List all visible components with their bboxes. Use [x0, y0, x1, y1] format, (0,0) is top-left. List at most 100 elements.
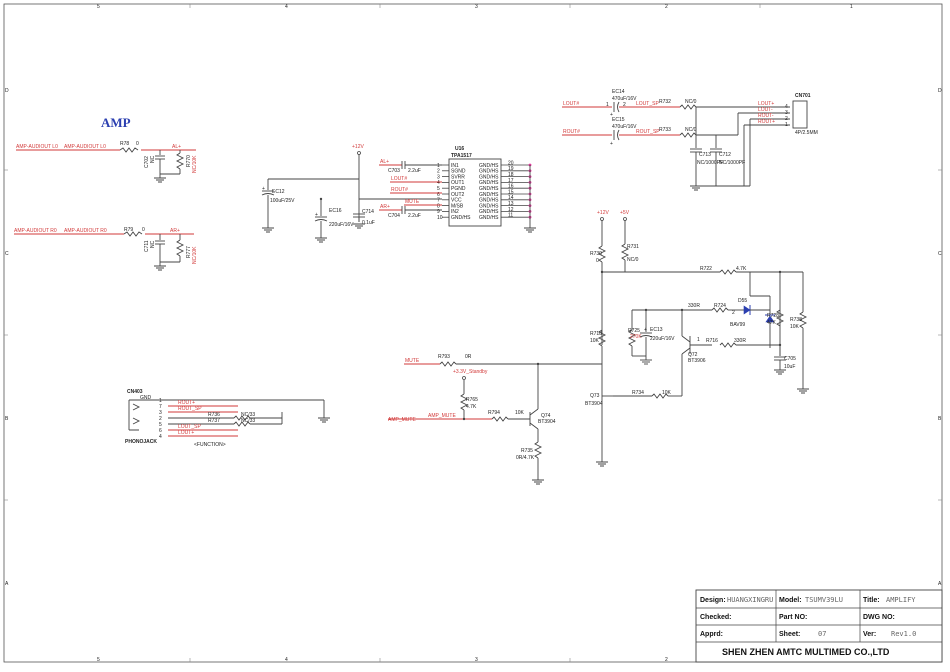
r730-val: 0 [596, 258, 599, 264]
net-lout-hash-out: LOUT# [563, 101, 579, 107]
gnd-symbol-r [154, 265, 166, 271]
cn403-contacts [132, 403, 141, 425]
r734-resistor [651, 393, 669, 399]
q73-val: BT3904 [585, 401, 603, 407]
r718-ref: R718 [590, 331, 602, 337]
r735-ref: R735 [521, 448, 533, 454]
ec15-val: 470uF/16V [612, 124, 637, 130]
net-al-plus-left: AL+ [172, 144, 181, 150]
r770-val: NC/10K [192, 155, 198, 173]
r79-resistor [123, 231, 143, 237]
r735-resistor [533, 441, 543, 459]
c704-val: 2.2uF [408, 213, 421, 219]
jack-function-label: <FUNCTION> [194, 442, 226, 448]
tb-design-label: Design: [700, 597, 726, 604]
net-rout-plus: ROUT+ [758, 119, 775, 125]
border-row-a-right: A [938, 581, 942, 587]
u16-amplifier: U16 TPA1517 1 IN12 SGND3 SVRR4 OUT15 PGND6 OUT… [437, 146, 532, 227]
border-col-5-bottom: 5 [97, 657, 100, 663]
r78-resistor [119, 147, 139, 153]
u16-ref: U16 [455, 146, 464, 152]
d55-diode-a [743, 305, 751, 315]
r777-val: NC/10K [192, 246, 198, 264]
q72-base-pin: 1 [697, 337, 700, 343]
border-col-4-bottom: 4 [285, 657, 288, 663]
r732-val: NC/0 [685, 99, 697, 105]
u16-part: TPA1517 [451, 153, 472, 159]
r722-resistor [719, 269, 737, 275]
tb-title-label: Title: [863, 597, 880, 604]
tb-model-label: Model: [779, 597, 802, 604]
r738-val: 10K [790, 324, 800, 330]
r724-resistor [711, 307, 729, 313]
r724-ref-label: 330R [688, 303, 700, 309]
sheet-title: AMP [101, 115, 131, 130]
net-rout-hash-out: ROUT# [563, 129, 580, 135]
c705-ref: C705 [784, 356, 796, 362]
net-amp-audiout-l: AMP-AUDIOUT L0 [64, 144, 106, 150]
gnd-symbol-jack [318, 417, 330, 423]
ec16-ref: EC16 [329, 208, 342, 214]
r738-ref: R738 [790, 317, 802, 323]
r732-ref: R732 [659, 99, 671, 105]
net-5v-mute: +5V [620, 210, 630, 216]
q73-ref: Q73 [590, 393, 600, 399]
u16-right-pin-num: 11 [508, 213, 513, 219]
net-amp-audiout-r-offpage: AMP-AUDIOUT R0 [14, 228, 57, 234]
u16-left-pin-name: GND/HS [451, 215, 471, 221]
r79-ref: R79 [124, 227, 133, 233]
r734-ref: R734 [632, 390, 644, 396]
net-lout-hash-ic: LOUT# [391, 176, 407, 182]
cn701-body [792, 100, 808, 129]
ec13-ref: EC13 [650, 327, 663, 333]
ec14-ref: EC14 [612, 89, 625, 95]
ec15-ref: EC15 [612, 117, 625, 123]
net-ar-plus-left: AR+ [170, 228, 180, 234]
cn701-pin1: 1 [785, 122, 788, 128]
tb-ver-value: Rev1.0 [891, 630, 916, 638]
gnd-symbol-r735 [532, 479, 544, 485]
border-row-c-right: C [938, 251, 942, 257]
ec12-ref: EC12 [272, 189, 285, 195]
r793-val: 0R [465, 354, 472, 360]
tb-ver-label: Ver: [863, 631, 876, 638]
gnd-symbol-u16 [524, 227, 536, 233]
gnd-symbol-c705 [774, 369, 786, 375]
cn403-val: PHONOJACK [125, 439, 157, 445]
border-row-c: C [5, 251, 9, 257]
r794-resistor [491, 416, 509, 422]
schematic-sheet: 5 4 3 2 1 5 4 3 2 1 D C B A D C B A AMP … [0, 0, 950, 672]
r733-resistor [679, 132, 697, 138]
r728-ref: R728 [767, 313, 779, 319]
q72-val: BT3906 [688, 358, 706, 364]
r728-val: 47K [767, 320, 777, 326]
r79-val: 0 [142, 227, 145, 233]
r716-val: 330R [734, 338, 746, 344]
border-row-b-right: B [938, 416, 942, 422]
ec12-val: 100uF/25V [270, 198, 295, 204]
cn701-val: 4P/2.5MM [795, 130, 818, 136]
net-amp-audiout-l-offpage: AMP-AUDIOUT L0 [16, 144, 58, 150]
r794-ref: R794 [488, 410, 500, 416]
ec15-plus: + [610, 141, 613, 147]
r731-val: NC/0 [627, 257, 639, 263]
gnd-symbol-ec12 [262, 227, 274, 233]
border-row-d: D [5, 88, 9, 94]
tb-apprd-label: Apprd: [700, 631, 723, 638]
gnd-symbol-l [154, 177, 166, 183]
r718-val: 10K [590, 338, 600, 344]
mute-control: +12V +5V R730 0 R731 NC/0 R722 4.7K R738… [585, 210, 809, 467]
jack-net-lout-plus: LOUT+ [178, 430, 194, 436]
border-col-3: 3 [475, 4, 478, 10]
ec14-pin1: 1 [606, 102, 609, 108]
schematic-canvas: 5 4 3 2 1 5 4 3 2 1 D C B A D C B A AMP … [3, 3, 943, 663]
ec13-val: 220uF/16V [650, 336, 675, 342]
d55-val: BAV99 [730, 322, 745, 328]
r78-val: 0 [136, 141, 139, 147]
border-col-3-bottom: 3 [475, 657, 478, 663]
tb-checked-label: Checked: [700, 614, 732, 621]
jack-net-rout-sp: ROUT_SP [178, 406, 202, 412]
u16-pins: 1 IN12 SGND3 SVRR4 OUT15 PGND6 OUT27 VCC8 M/SB9 I… [437, 160, 532, 221]
border-col-5: 5 [97, 4, 100, 10]
tb-dwgno-label: DWG NO: [863, 614, 895, 621]
